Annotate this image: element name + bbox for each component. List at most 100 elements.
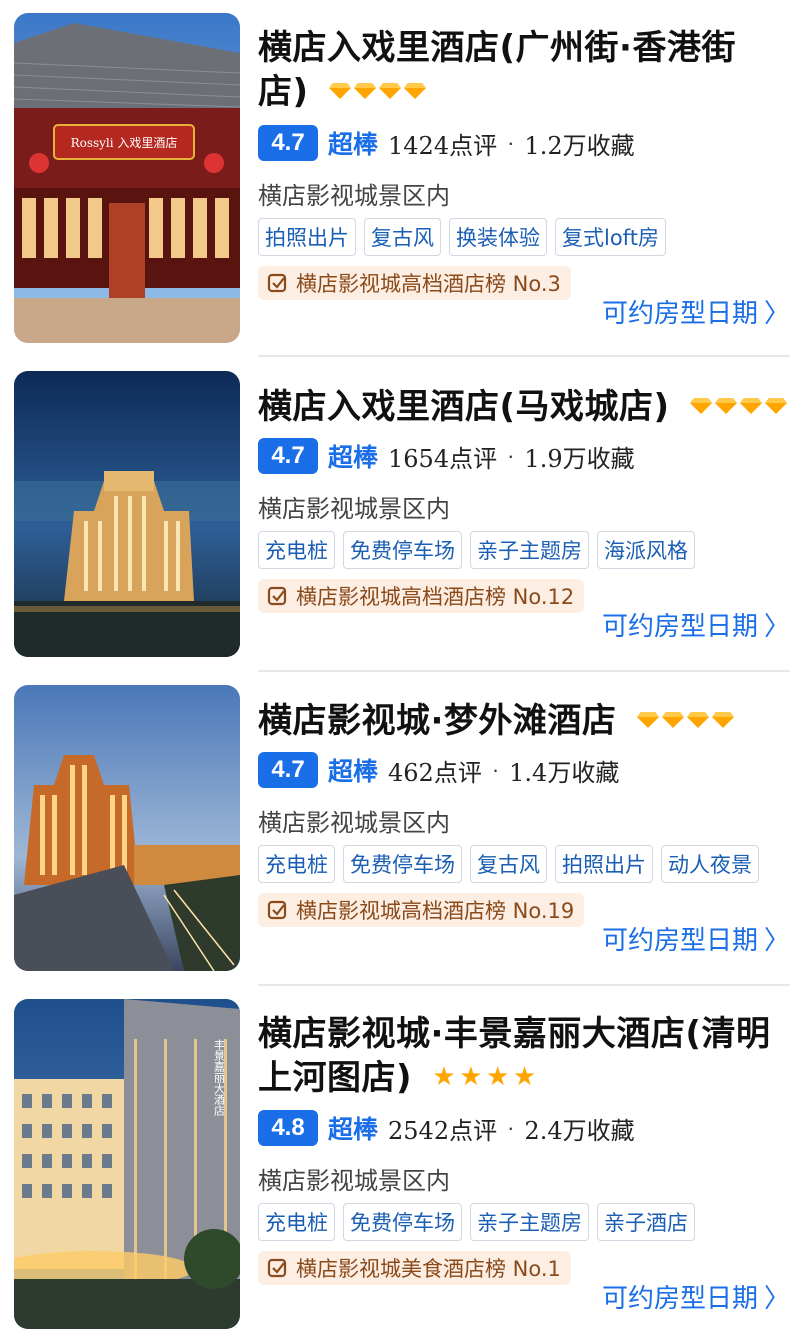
availability-label: 可约房型日期 xyxy=(601,1284,758,1314)
review-count[interactable]: 462点评 xyxy=(388,753,482,788)
hotel-name[interactable]: 横店入戏里酒店(广州街·香港街 店) xyxy=(258,26,788,114)
hotel-sign-text: 丰景嘉丽大酒店 xyxy=(213,1039,226,1116)
ranking-badge[interactable]: 横店影视城高档酒店榜 No.12 xyxy=(258,579,585,613)
favorite-count: 1.4万收藏 xyxy=(509,758,620,787)
hotel-name[interactable]: 横店影视城·梦外滩酒店 xyxy=(258,699,798,743)
chevron-right-icon: 〉 xyxy=(763,926,790,956)
diamond-icon xyxy=(403,82,426,99)
rating-row: 4.7 超棒 1654点评 · 1.9万收藏 xyxy=(258,438,635,474)
tag: 免费停车场 xyxy=(343,531,462,569)
diamond-rating xyxy=(689,397,787,415)
tag: 复式loft房 xyxy=(555,218,666,256)
tag: 拍照出片 xyxy=(258,218,356,256)
availability-label: 可约房型日期 xyxy=(601,612,758,642)
tag: 复古风 xyxy=(364,218,441,256)
score-badge: 4.7 xyxy=(258,752,318,788)
diamond-icon xyxy=(378,82,401,99)
hotel-card[interactable]: 丰景嘉丽大酒店 横店影视城·丰景嘉丽大酒店(清明 上河图店) ★ ★ ★ ★ 4… xyxy=(0,986,808,1338)
ranking-text: 横店影视城高档酒店榜 No.19 xyxy=(296,899,575,923)
diamond-icon xyxy=(328,82,351,99)
favorite-count: 2.4万收藏 xyxy=(524,1116,635,1145)
hotel-logo-text: Rossyli 入戏里酒店 xyxy=(71,136,178,150)
diamond-rating xyxy=(328,82,426,100)
hotel-name-line1: 横店影视城·丰景嘉丽大酒店(清明 xyxy=(258,1014,771,1054)
grade-label: 超棒 xyxy=(328,757,379,786)
hotel-photo[interactable] xyxy=(14,685,240,971)
availability-link[interactable]: 可约房型日期 〉 xyxy=(602,920,790,957)
rating-row: 4.8 超棒 2542点评 · 2.4万收藏 xyxy=(258,1110,635,1146)
hotel-name-line1: 横店影视城·梦外滩酒店 xyxy=(258,701,617,741)
ranking-text: 横店影视城高档酒店榜 No.3 xyxy=(296,272,561,296)
hotel-name-line1: 横店入戏里酒店(广州街·香港街 xyxy=(258,28,736,68)
availability-link[interactable]: 可约房型日期 〉 xyxy=(602,293,790,330)
chevron-right-icon: 〉 xyxy=(763,612,790,642)
tag-list: 充电桩 免费停车场 亲子主题房 海派风格 xyxy=(258,531,695,569)
ranking-icon xyxy=(267,273,287,293)
diamond-icon xyxy=(661,711,684,728)
score-badge: 4.7 xyxy=(258,438,318,474)
hotel-card[interactable]: Rossyli 入戏里酒店 横店入戏里酒店(广州街·香港街 店) 4.7 超棒 … xyxy=(0,0,808,356)
tag: 亲子酒店 xyxy=(597,1203,695,1241)
hotel-name-line1: 横店入戏里酒店(马戏城店) xyxy=(258,387,670,427)
ranking-text: 横店影视城高档酒店榜 No.12 xyxy=(296,585,575,609)
tag: 亲子主题房 xyxy=(470,1203,589,1241)
diamond-icon xyxy=(686,711,709,728)
ranking-badge[interactable]: 横店影视城高档酒店榜 No.19 xyxy=(258,893,585,927)
ranking-badge[interactable]: 横店影视城美食酒店榜 No.1 xyxy=(258,1251,571,1285)
ranking-icon xyxy=(267,900,287,920)
star-icon: ★ xyxy=(459,1061,484,1092)
review-count[interactable]: 1424点评 xyxy=(388,126,497,161)
availability-label: 可约房型日期 xyxy=(601,926,758,956)
tag-list: 拍照出片 复古风 换装体验 复式loft房 xyxy=(258,218,666,256)
hotel-name[interactable]: 横店入戏里酒店(马戏城店) xyxy=(258,385,798,429)
hotel-name[interactable]: 横店影视城·丰景嘉丽大酒店(清明 上河图店) ★ ★ ★ ★ xyxy=(258,1012,793,1100)
tag: 亲子主题房 xyxy=(470,531,589,569)
diamond-icon xyxy=(689,397,712,414)
hotel-photo[interactable]: Rossyli 入戏里酒店 xyxy=(14,13,240,343)
star-icon: ★ xyxy=(486,1061,510,1092)
location-text: 横店影视城景区内 xyxy=(258,182,450,210)
diamond-rating xyxy=(636,711,734,729)
availability-link[interactable]: 可约房型日期 〉 xyxy=(602,606,790,643)
tag: 拍照出片 xyxy=(555,845,653,883)
tag: 充电桩 xyxy=(258,845,335,883)
grade-label: 超棒 xyxy=(328,443,379,472)
diamond-icon xyxy=(353,82,376,99)
star-icon: ★ xyxy=(512,1061,537,1092)
hotel-card[interactable]: 横店入戏里酒店(马戏城店) 4.7 超棒 1654点评 · 1.9万收藏 横店影… xyxy=(0,357,808,670)
tag: 换装体验 xyxy=(449,218,547,256)
location-text: 横店影视城景区内 xyxy=(258,1167,450,1195)
tag: 复古风 xyxy=(470,845,547,883)
review-count[interactable]: 2542点评 xyxy=(388,1111,497,1146)
favorite-count: 1.2万收藏 xyxy=(524,131,635,160)
diamond-icon xyxy=(764,397,787,414)
tag: 动人夜景 xyxy=(661,845,759,883)
score-badge: 4.7 xyxy=(258,125,318,161)
ranking-icon xyxy=(267,586,287,606)
tag-list: 充电桩 免费停车场 复古风 拍照出片 动人夜景 xyxy=(258,845,759,883)
star-rating: ★ ★ ★ ★ xyxy=(432,1064,536,1090)
availability-label: 可约房型日期 xyxy=(601,299,758,329)
separator-dot: · xyxy=(507,1115,515,1140)
favorite-count: 1.9万收藏 xyxy=(524,444,635,473)
hotel-photo[interactable] xyxy=(14,371,240,657)
diamond-icon xyxy=(714,397,737,414)
separator-dot: · xyxy=(507,443,515,468)
tag-list: 充电桩 免费停车场 亲子主题房 亲子酒店 xyxy=(258,1203,695,1241)
chevron-right-icon: 〉 xyxy=(763,1284,790,1314)
tag: 免费停车场 xyxy=(343,845,462,883)
tag: 海派风格 xyxy=(597,531,695,569)
tag: 充电桩 xyxy=(258,531,335,569)
availability-link[interactable]: 可约房型日期 〉 xyxy=(602,1278,790,1315)
hotel-card[interactable]: 横店影视城·梦外滩酒店 4.7 超棒 462点评 · 1.4万收藏 横店影视城景… xyxy=(0,672,808,985)
rating-row: 4.7 超棒 462点评 · 1.4万收藏 xyxy=(258,752,619,788)
ranking-badge[interactable]: 横店影视城高档酒店榜 No.3 xyxy=(258,266,571,300)
ranking-icon xyxy=(267,1258,287,1278)
separator-dot: · xyxy=(491,757,500,782)
hotel-photo[interactable]: 丰景嘉丽大酒店 xyxy=(14,999,240,1329)
location-text: 横店影视城景区内 xyxy=(258,495,450,523)
tag: 免费停车场 xyxy=(343,1203,462,1241)
diamond-icon xyxy=(711,711,734,728)
separator-dot: · xyxy=(507,130,515,155)
review-count[interactable]: 1654点评 xyxy=(388,439,497,474)
